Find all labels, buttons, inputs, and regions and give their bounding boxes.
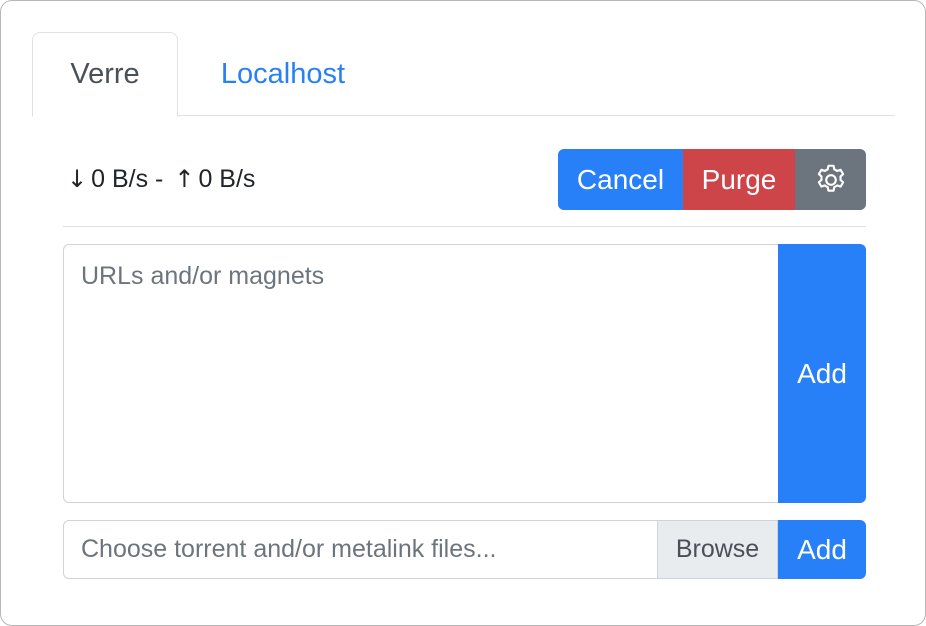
add-files-button[interactable]: Add [778,520,866,579]
browse-button[interactable]: Browse [657,520,778,579]
section-divider [63,226,866,227]
download-speed: 0 B/s [91,164,149,193]
stats-separator: - [155,164,164,193]
settings-button[interactable] [795,149,866,210]
urls-magnets-input[interactable] [63,244,778,503]
url-input-group: Add [63,244,866,503]
tab-label: Verre [70,58,140,90]
torrent-file-input[interactable]: Choose torrent and/or metalink files... [63,520,657,579]
action-button-group: Cancel Purge [558,149,866,210]
app-window: Verre Localhost ↓ 0 B/s - ↑ 0 B/s Cancel… [0,0,926,626]
tab-bar: Verre Localhost [32,32,895,117]
down-arrow-icon: ↓ [67,165,88,193]
gear-icon [817,164,844,192]
purge-button[interactable]: Purge [683,149,795,210]
add-urls-button[interactable]: Add [778,244,866,503]
tab-label: Localhost [220,57,346,90]
tab-localhost[interactable]: Localhost [210,32,356,116]
cancel-button[interactable]: Cancel [558,149,683,210]
upload-speed: 0 B/s [198,164,256,193]
up-arrow-icon: ↑ [174,165,195,193]
transfer-stats: ↓ 0 B/s - ↑ 0 B/s [63,161,255,197]
tab-verre[interactable]: Verre [32,32,178,117]
file-input-group: Choose torrent and/or metalink files... … [63,520,866,579]
